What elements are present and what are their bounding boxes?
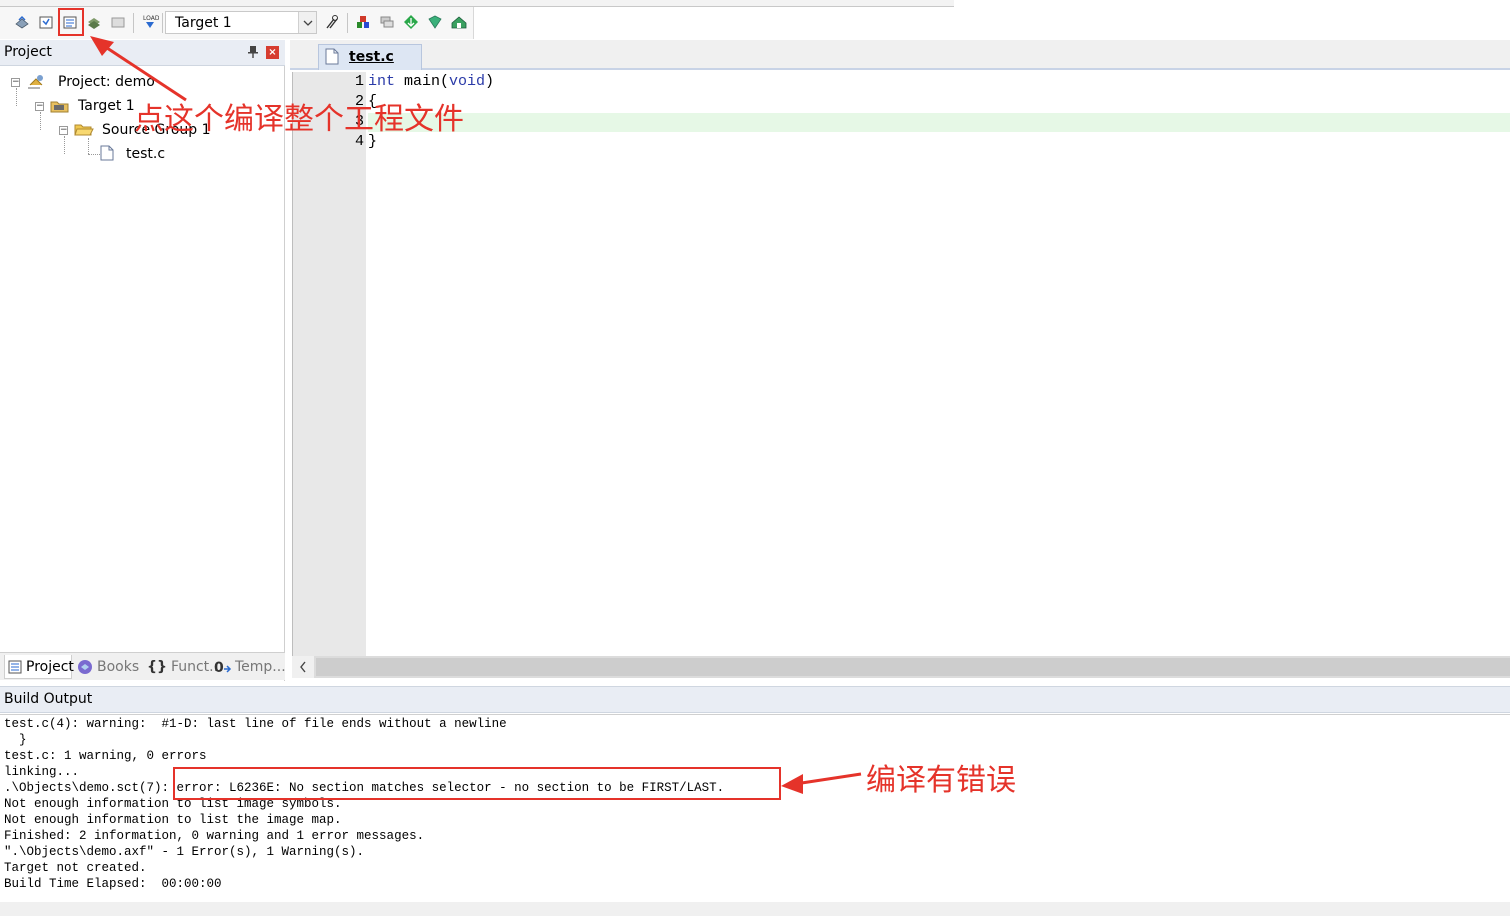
options-for-target-icon[interactable] xyxy=(322,12,342,32)
tab-label: test.c xyxy=(349,49,394,65)
annotation-error-note: 编译有错误 xyxy=(866,763,1016,798)
target-folder-icon xyxy=(50,98,70,114)
books-icon xyxy=(76,659,94,675)
horizontal-scrollbar[interactable] xyxy=(292,656,1510,678)
annotation-box-error xyxy=(173,767,781,800)
template-icon: 0 xyxy=(214,659,232,675)
output-line: Finished: 2 information, 0 warning and 1… xyxy=(4,829,425,843)
output-line: linking... xyxy=(4,765,80,779)
tree-label-file: test.c xyxy=(126,146,166,162)
collapse-icon[interactable]: − xyxy=(35,101,44,111)
chevron-left-icon[interactable] xyxy=(292,656,314,678)
tab-books[interactable]: Books xyxy=(74,655,140,679)
download-icon[interactable]: LOAD xyxy=(140,12,160,32)
svg-text:0: 0 xyxy=(214,660,224,675)
collapse-icon[interactable]: − xyxy=(59,125,68,135)
menu-strip xyxy=(0,0,954,7)
build-output-header: Build Output xyxy=(0,686,1510,713)
build-output-title: Build Output xyxy=(4,691,93,707)
target-select-value: Target 1 xyxy=(175,15,232,31)
tree-item-test-c[interactable]: test.c xyxy=(100,144,165,164)
scrollbar-thumb[interactable] xyxy=(316,658,1510,676)
close-icon[interactable]: × xyxy=(266,46,279,59)
manage-run-time-icon[interactable] xyxy=(425,12,445,32)
batch-build-icon[interactable] xyxy=(84,12,104,32)
code-text: main( xyxy=(395,73,450,90)
pin-icon[interactable] xyxy=(246,45,260,59)
annotation-box-rebuild xyxy=(58,8,84,36)
output-line: Not enough information to list the image… xyxy=(4,813,342,827)
build-output-window: test.c(4): warning: #1-D: last line of f… xyxy=(0,714,1510,902)
pack-installer-icon[interactable] xyxy=(401,12,421,32)
code-line-1[interactable]: int main(void) xyxy=(368,73,494,93)
braces-icon: {} xyxy=(147,659,167,675)
build-icon[interactable] xyxy=(36,12,56,32)
collapse-icon[interactable]: − xyxy=(11,77,20,87)
chevron-down-icon[interactable] xyxy=(298,12,316,33)
line-number: 1 xyxy=(354,73,364,90)
tab-project[interactable]: Project xyxy=(4,655,74,679)
line-number-gutter: 1 2 3 4 xyxy=(292,72,366,656)
target-select[interactable]: Target 1 xyxy=(165,11,317,34)
output-line: test.c(4): warning: #1-D: last line of f… xyxy=(4,717,507,731)
code-text: ) xyxy=(485,73,495,90)
select-packs-icon[interactable] xyxy=(377,12,397,32)
file-icon xyxy=(325,48,339,69)
tab-project-label: Project xyxy=(26,658,74,675)
tab-functions[interactable]: {} Funct... xyxy=(144,655,223,679)
tab-books-label: Books xyxy=(97,659,140,675)
output-line: Target not created. xyxy=(4,861,147,875)
manage-components-icon[interactable] xyxy=(353,12,373,32)
folder-open-icon xyxy=(74,122,94,138)
tab-test-c[interactable]: test.c xyxy=(318,44,422,70)
tab-templates-label: Temp... xyxy=(235,659,286,675)
output-scrollbar[interactable] xyxy=(0,902,1510,916)
output-line: test.c: 1 warning, 0 errors xyxy=(4,749,207,763)
output-line: } xyxy=(4,733,27,747)
svg-text:LOAD: LOAD xyxy=(143,15,159,22)
stop-build-icon[interactable] xyxy=(108,12,128,32)
project-icon xyxy=(26,73,48,91)
panel-tab-bar: Project Books {} Funct... 0 Temp... xyxy=(0,652,286,680)
output-line: Build Time Elapsed: 00:00:00 xyxy=(4,877,222,891)
env-icon[interactable] xyxy=(449,12,469,32)
translate-icon[interactable] xyxy=(12,12,32,32)
code-keyword: int xyxy=(368,73,396,90)
editor-tab-bar: test.c xyxy=(290,40,1510,70)
file-icon xyxy=(100,145,116,163)
tab-templates[interactable]: 0 Temp... xyxy=(212,655,286,679)
output-line: ".\Objects\demo.axf" - 1 Error(s), 1 War… xyxy=(4,845,365,859)
project-tab-icon xyxy=(8,660,22,674)
project-panel-title: Project xyxy=(4,44,52,60)
current-line-highlight xyxy=(368,113,1510,132)
code-editor: test.c 1 2 3 4 int main(void) { } xyxy=(290,40,1510,681)
annotation-build-note: 点这个编译整个工程文件 xyxy=(134,102,464,137)
code-keyword: void xyxy=(449,73,486,90)
annotation-arrow-error xyxy=(781,772,862,794)
